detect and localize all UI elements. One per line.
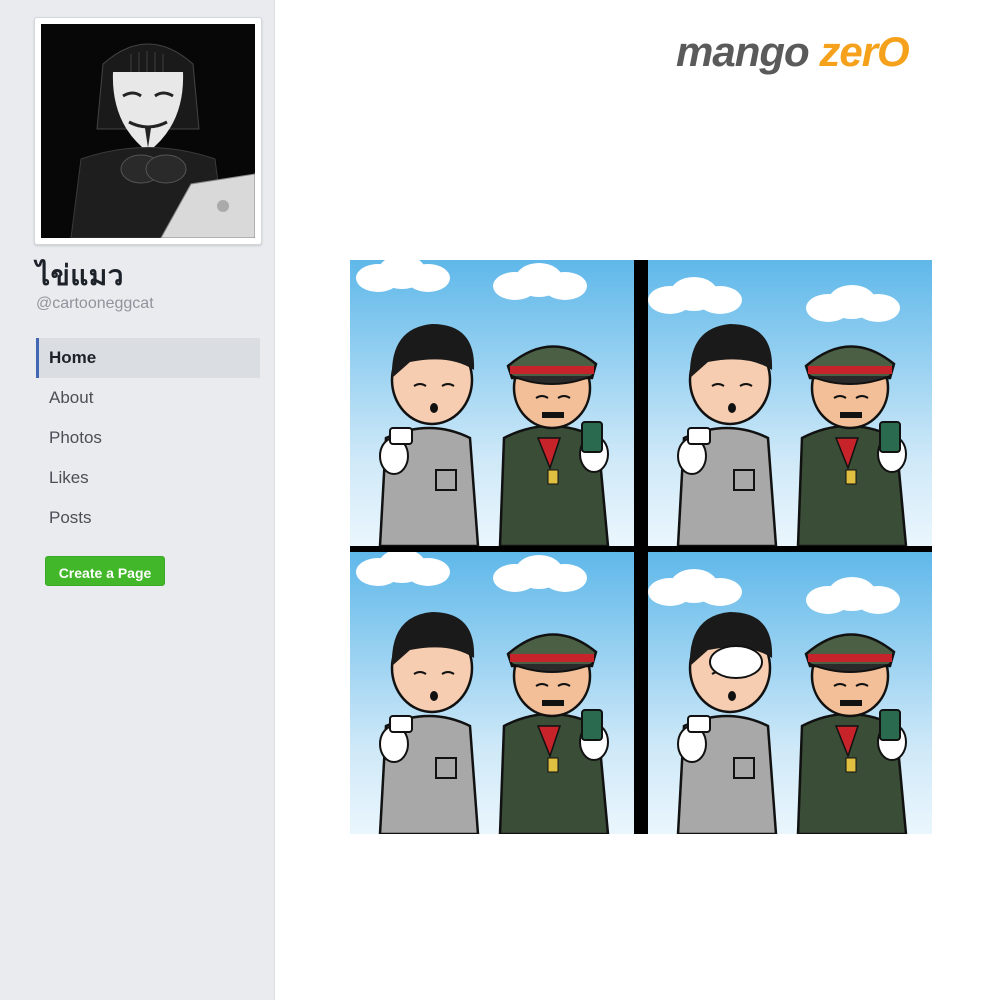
- nav-item-likes[interactable]: Likes: [36, 458, 260, 498]
- create-page-button[interactable]: Create a Page: [45, 556, 165, 586]
- nav-item-home[interactable]: Home: [36, 338, 260, 378]
- comic-strip-image: [350, 260, 932, 834]
- nav-item-posts[interactable]: Posts: [36, 498, 260, 538]
- nav-item-about[interactable]: About: [36, 378, 260, 418]
- profile-picture[interactable]: [34, 17, 262, 245]
- page-nav: Home About Photos Likes Posts: [36, 338, 260, 538]
- logo-word-mango: mango: [676, 28, 810, 75]
- nav-item-photos[interactable]: Photos: [36, 418, 260, 458]
- page-sidebar: ไข่แมว @cartooneggcat Home About Photos …: [0, 0, 275, 1000]
- profile-image: [41, 24, 255, 238]
- logo-word-zero: zerO: [819, 28, 909, 75]
- page-title: ไข่แมว: [36, 260, 124, 291]
- page-username: @cartooneggcat: [36, 295, 154, 312]
- mango-zero-logo: mango zerO: [676, 28, 936, 78]
